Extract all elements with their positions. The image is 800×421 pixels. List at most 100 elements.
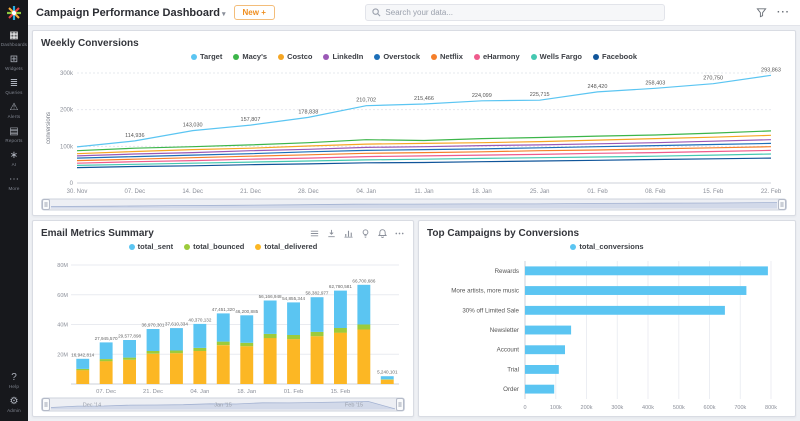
- sidebar-item-label: Widgets: [5, 66, 23, 71]
- legend-swatch: [431, 54, 437, 60]
- legend-item-linkedin[interactable]: LinkedIn: [323, 52, 363, 61]
- svg-text:210,702: 210,702: [356, 98, 376, 104]
- svg-text:16,942,814: 16,942,814: [71, 352, 94, 357]
- svg-text:200k: 200k: [60, 108, 74, 114]
- email-metrics-chart[interactable]: 20M40M60M80M16,942,81427,945,57029,577,8…: [41, 253, 405, 395]
- sidebar-item-more[interactable]: ⋯More: [0, 170, 28, 194]
- svg-text:01. Feb: 01. Feb: [284, 389, 304, 395]
- svg-text:30% off Limited Sale: 30% off Limited Sale: [462, 307, 519, 314]
- sidebar-bottom: ?Help⚙Admin: [0, 368, 28, 421]
- sidebar-item-label: Queries: [5, 90, 22, 95]
- legend-label: Wells Fargo: [540, 52, 582, 61]
- menu-icon[interactable]: [309, 228, 320, 239]
- svg-text:15. Feb: 15. Feb: [331, 389, 351, 395]
- svg-text:600k: 600k: [704, 405, 716, 411]
- svg-text:04. Jan: 04. Jan: [190, 389, 209, 395]
- svg-text:20M: 20M: [57, 352, 68, 358]
- svg-text:28. Dec: 28. Dec: [298, 189, 319, 195]
- header-center: [283, 4, 748, 21]
- legend-swatch: [570, 244, 576, 250]
- widget-title: Top Campaigns by Conversions: [427, 228, 579, 239]
- weekly-conversions-chart[interactable]: 0100k200k300kconversions30. Nov07. Dec14…: [41, 63, 787, 196]
- svg-text:27,945,570: 27,945,570: [95, 336, 118, 341]
- more-icon: ⋯: [9, 174, 19, 185]
- widget-title: Email Metrics Summary: [41, 228, 154, 239]
- legend-item-target[interactable]: Target: [191, 52, 222, 61]
- legend-swatch: [474, 54, 480, 60]
- svg-text:157,807: 157,807: [241, 117, 261, 123]
- email-widget-head: Email Metrics Summary: [41, 226, 405, 240]
- legend-item-overstock[interactable]: Overstock: [374, 52, 420, 61]
- sidebar-item-label: Admin: [7, 408, 21, 413]
- top-campaigns-chart[interactable]: 0100k200k300k400k500k600k700k800kRewards…: [427, 253, 787, 412]
- sidebar-item-alerts[interactable]: ⚠Alerts: [0, 98, 28, 122]
- sisense-logo[interactable]: [0, 0, 28, 26]
- email-chart-navigator[interactable]: Dec '14Jan '15Feb '15: [41, 397, 405, 412]
- export-icon[interactable]: [326, 228, 337, 239]
- svg-text:14. Dec: 14. Dec: [182, 189, 203, 195]
- search-input[interactable]: [385, 8, 658, 17]
- filter-icon[interactable]: [756, 7, 767, 18]
- legend-item-netflix[interactable]: Netflix: [431, 52, 463, 61]
- legend-item-total-bounced[interactable]: total_bounced: [184, 242, 244, 251]
- sidebar-nav: ▦Dashboards⊞Widgets≣Queries⚠Alerts▤Repor…: [0, 26, 28, 194]
- chevron-down-icon: ▾: [222, 11, 226, 18]
- svg-text:400k: 400k: [642, 405, 654, 411]
- sidebar-item-widgets[interactable]: ⊞Widgets: [0, 50, 28, 74]
- svg-text:04. Jan: 04. Jan: [356, 189, 376, 195]
- legend-label: total_sent: [138, 242, 173, 251]
- svg-text:40M: 40M: [57, 323, 68, 329]
- svg-text:54,855,344: 54,855,344: [282, 296, 305, 301]
- sidebar-item-reports[interactable]: ▤Reports: [0, 122, 28, 146]
- svg-text:Account: Account: [497, 347, 520, 354]
- insights-bulb-icon[interactable]: [360, 228, 371, 239]
- sidebar-item-ai[interactable]: ∗AI: [0, 146, 28, 170]
- svg-text:22. Feb: 22. Feb: [761, 189, 782, 195]
- sidebar-item-queries[interactable]: ≣Queries: [0, 74, 28, 98]
- reports-icon: ▤: [9, 126, 18, 137]
- top-header: Campaign Performance Dashboard▾ New +: [28, 0, 800, 26]
- legend-label: Facebook: [602, 52, 637, 61]
- legend-item-total-conversions[interactable]: total_conversions: [570, 242, 643, 251]
- svg-text:500k: 500k: [673, 405, 685, 411]
- admin-icon: ⚙: [10, 396, 19, 407]
- svg-text:248,420: 248,420: [588, 84, 608, 90]
- legend-item-eharmony[interactable]: eHarmony: [474, 52, 520, 61]
- svg-text:36,970,301: 36,970,301: [142, 323, 165, 328]
- legend-swatch: [593, 54, 599, 60]
- header-more-icon[interactable]: ···: [777, 7, 790, 18]
- legend-item-total-delivered[interactable]: total_delivered: [255, 242, 317, 251]
- search-box[interactable]: [365, 4, 665, 21]
- sidebar-item-dashboards[interactable]: ▦Dashboards: [0, 26, 28, 50]
- legend-item-total-sent[interactable]: total_sent: [129, 242, 173, 251]
- svg-text:300k: 300k: [611, 405, 623, 411]
- svg-text:21. Dec: 21. Dec: [143, 389, 163, 395]
- alerts-icon: ⚠: [10, 102, 19, 113]
- legend-item-macy-s[interactable]: Macy's: [233, 52, 267, 61]
- legend-item-costco[interactable]: Costco: [278, 52, 312, 61]
- sidebar-item-help[interactable]: ?Help: [0, 368, 28, 392]
- legend-item-wells-fargo[interactable]: Wells Fargo: [531, 52, 582, 61]
- widgets-icon: ⊞: [10, 54, 18, 65]
- weekly-legend: Target Macy's Costco LinkedIn Overstock Netfl…: [41, 50, 787, 63]
- legend-label: Overstock: [383, 52, 420, 61]
- dashboard-title[interactable]: Campaign Performance Dashboard▾: [36, 7, 226, 19]
- sidebar-item-admin[interactable]: ⚙Admin: [0, 392, 28, 416]
- svg-text:11. Jan: 11. Jan: [414, 189, 433, 195]
- svg-text:Dec '14: Dec '14: [83, 403, 101, 409]
- bell-icon[interactable]: [377, 228, 388, 239]
- legend-item-facebook[interactable]: Facebook: [593, 52, 637, 61]
- svg-text:46,200,885: 46,200,885: [235, 309, 258, 314]
- svg-text:07. Dec: 07. Dec: [96, 389, 116, 395]
- chart-type-icon[interactable]: [343, 228, 354, 239]
- weekly-chart-navigator[interactable]: [41, 198, 787, 211]
- svg-text:08. Feb: 08. Feb: [645, 189, 666, 195]
- svg-text:200k: 200k: [581, 405, 593, 411]
- widget-title: Weekly Conversions: [41, 38, 139, 49]
- widget-more-icon[interactable]: [394, 228, 405, 239]
- legend-swatch: [278, 54, 284, 60]
- svg-text:56,166,948: 56,166,948: [259, 294, 282, 299]
- legend-label: Macy's: [242, 52, 267, 61]
- app-root: ▦Dashboards⊞Widgets≣Queries⚠Alerts▤Repor…: [0, 0, 800, 421]
- new-button[interactable]: New +: [234, 5, 275, 20]
